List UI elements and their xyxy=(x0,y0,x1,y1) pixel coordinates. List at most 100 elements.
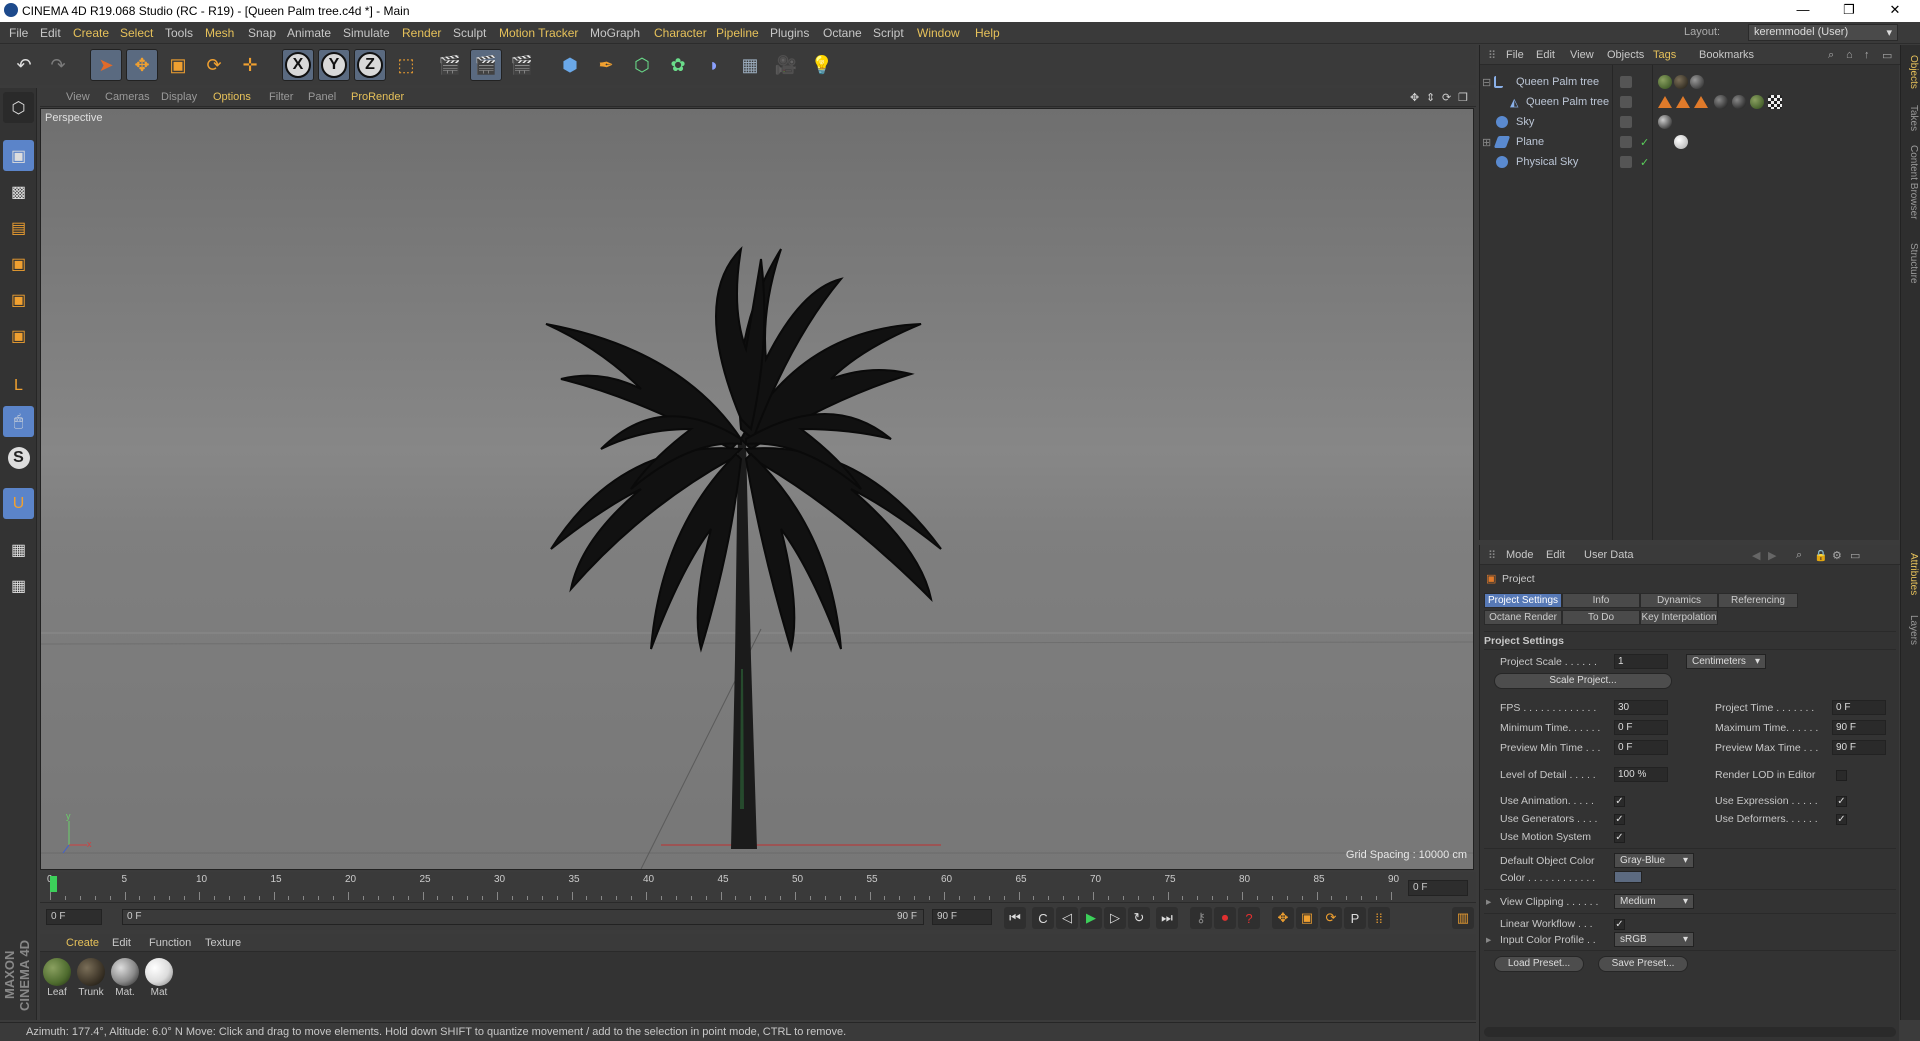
om-menu-view[interactable]: View xyxy=(1570,49,1594,61)
object-row[interactable]: ⊟ Queen Palm tree xyxy=(1480,73,1900,92)
viewport-menu-cameras[interactable]: Cameras xyxy=(105,91,150,103)
x-axis-lock-button[interactable]: X xyxy=(282,49,314,81)
subdivision-button[interactable]: ⬡ xyxy=(626,49,658,81)
color-swatch[interactable] xyxy=(1614,871,1642,883)
om-menu-bookmarks[interactable]: Bookmarks xyxy=(1699,49,1754,61)
texture-mode-button[interactable]: ▩ xyxy=(3,176,34,207)
om-menu-tags[interactable]: Tags xyxy=(1653,49,1676,61)
am-menu-user-data[interactable]: User Data xyxy=(1584,549,1634,561)
expand-icon[interactable]: ⊞ xyxy=(1482,136,1491,149)
use-animation-checkbox[interactable]: ✓ xyxy=(1614,796,1625,807)
menu-help[interactable]: Help xyxy=(975,26,1000,40)
viewport-rotate-icon[interactable]: ⟳ xyxy=(1442,91,1451,104)
tab-project-settings[interactable]: Project Settings xyxy=(1484,593,1562,608)
tab-referencing[interactable]: Referencing xyxy=(1718,593,1798,608)
menu-octane[interactable]: Octane xyxy=(823,26,862,40)
tab-attributes[interactable]: Attributes xyxy=(1903,553,1919,595)
use-deformers-checkbox[interactable]: ✓ xyxy=(1836,814,1847,825)
key-pla-button[interactable]: ⁞⁞ xyxy=(1368,907,1390,929)
arrow-up-icon[interactable]: ↑ xyxy=(1864,49,1870,61)
goto-start-button[interactable]: ⏮ xyxy=(1004,907,1026,929)
lock-icon[interactable]: 🔒 xyxy=(1814,549,1828,562)
next-frame-button[interactable]: ▷ xyxy=(1104,907,1126,929)
menu-simulate[interactable]: Simulate xyxy=(343,26,390,40)
search-icon[interactable]: ⌕ xyxy=(1796,549,1802,562)
tab-content-browser[interactable]: Content Browser xyxy=(1903,145,1919,219)
menu-sculpt[interactable]: Sculpt xyxy=(453,26,486,40)
linear-workflow-checkbox[interactable]: ✓ xyxy=(1614,919,1625,930)
key-position-button[interactable]: ✥ xyxy=(1272,907,1294,929)
viewport-menu-view[interactable]: View xyxy=(66,91,90,103)
render-picture-viewer-button[interactable]: 🎬 xyxy=(470,49,502,81)
cloner-button[interactable]: ✿ xyxy=(662,49,694,81)
viewport-pan-icon[interactable]: ✥ xyxy=(1410,91,1419,104)
om-menu-objects[interactable]: Objects xyxy=(1607,49,1644,61)
keyframe-selection-button[interactable]: ? xyxy=(1238,907,1260,929)
current-frame-field[interactable]: 0 F xyxy=(1408,880,1468,896)
solo-button[interactable]: S xyxy=(3,442,34,473)
live-selection-button[interactable]: ➤ xyxy=(90,49,122,81)
edges-mode-button[interactable]: ▣ xyxy=(3,284,34,315)
key-parameter-button[interactable]: P xyxy=(1344,907,1366,929)
use-motion-checkbox[interactable]: ✓ xyxy=(1614,832,1625,843)
goto-end-button[interactable]: ⏭ xyxy=(1156,907,1178,929)
timeline-ruler[interactable]: 051015202530354045505560657075808590 0 F xyxy=(40,872,1476,902)
lod-field[interactable]: 100 % xyxy=(1614,767,1668,782)
menu-animate[interactable]: Animate xyxy=(287,26,331,40)
redo-button[interactable]: ↷ xyxy=(42,49,74,81)
material-menu-create[interactable]: Create xyxy=(66,937,99,949)
am-menu-edit[interactable]: Edit xyxy=(1546,549,1565,561)
viewport-menu-filter[interactable]: Filter xyxy=(269,91,293,103)
preview-range-slider[interactable]: 0 F 90 F xyxy=(122,909,924,925)
z-axis-lock-button[interactable]: Z xyxy=(354,49,386,81)
viewport-menu-prorender[interactable]: ProRender xyxy=(351,91,404,103)
move-tool-button[interactable]: ✥ xyxy=(126,49,158,81)
viewport-zoom-icon[interactable]: ⇕ xyxy=(1426,91,1435,104)
forward-arrow-icon[interactable]: ▶ xyxy=(1768,549,1776,562)
enabled-check-icon[interactable]: ✓ xyxy=(1640,156,1649,169)
material-menu-function[interactable]: Function xyxy=(149,937,191,949)
project-time-field[interactable]: 0 F xyxy=(1832,700,1886,715)
menu-pipeline[interactable]: Pipeline xyxy=(716,26,759,40)
3d-viewport[interactable]: Perspective y x Grid Spacing : 10000 cm xyxy=(40,108,1474,870)
y-axis-lock-button[interactable]: Y xyxy=(318,49,350,81)
spline-pen-button[interactable]: ✒ xyxy=(590,49,622,81)
record-keys-button[interactable]: ⚷ xyxy=(1190,907,1212,929)
use-expression-checkbox[interactable]: ✓ xyxy=(1836,796,1847,807)
save-preset-button[interactable]: Save Preset... xyxy=(1598,956,1688,972)
key-scale-button[interactable]: ▣ xyxy=(1296,907,1318,929)
tab-objects[interactable]: Objects xyxy=(1903,55,1919,89)
tab-layers[interactable]: Layers xyxy=(1903,615,1919,645)
tab-info[interactable]: Info xyxy=(1562,593,1640,608)
autokey-button[interactable]: ⏺ xyxy=(1214,907,1236,929)
tab-structure[interactable]: Structure xyxy=(1903,243,1919,284)
om-menu-file[interactable]: File xyxy=(1506,49,1524,61)
playhead-marker[interactable] xyxy=(50,876,57,892)
menu-plugins[interactable]: Plugins xyxy=(770,26,809,40)
fps-field[interactable]: 30 xyxy=(1614,700,1668,715)
material-swatch[interactable]: Leaf xyxy=(42,958,72,998)
light-button[interactable]: 💡 xyxy=(806,49,838,81)
maximize-button[interactable]: ❐ xyxy=(1826,0,1872,22)
key-rotation-button[interactable]: ⟳ xyxy=(1320,907,1342,929)
input-color-select[interactable]: sRGB ▾ xyxy=(1614,932,1694,947)
new-window-icon[interactable]: ▭ xyxy=(1850,549,1860,562)
play-button[interactable]: ▶ xyxy=(1080,907,1102,929)
scale-project-button[interactable]: Scale Project... xyxy=(1494,673,1672,689)
material-swatch[interactable]: Mat xyxy=(144,958,174,998)
material-menu-edit[interactable]: Edit xyxy=(112,937,131,949)
scale-tool-button[interactable]: ▣ xyxy=(162,49,194,81)
selection-tag-icon[interactable] xyxy=(1694,96,1708,108)
object-row[interactable]: Physical Sky ✓ xyxy=(1480,153,1900,172)
coordinate-system-button[interactable]: ⬚ xyxy=(390,49,422,81)
material-tag-icon[interactable] xyxy=(1690,75,1704,89)
visibility-toggle-icon[interactable] xyxy=(1620,136,1632,148)
object-row[interactable]: ◭ Queen Palm tree xyxy=(1480,93,1900,112)
max-time-field[interactable]: 90 F xyxy=(1832,720,1886,735)
rotate-tool-button[interactable]: ⟳ xyxy=(198,49,230,81)
planar-workplane-button[interactable]: ▦ xyxy=(3,570,34,601)
preview-max-field[interactable]: 90 F xyxy=(1832,740,1886,755)
material-tag-icon[interactable] xyxy=(1658,115,1672,129)
om-menu-edit[interactable]: Edit xyxy=(1536,49,1555,61)
tab-to-do[interactable]: To Do xyxy=(1562,610,1640,625)
